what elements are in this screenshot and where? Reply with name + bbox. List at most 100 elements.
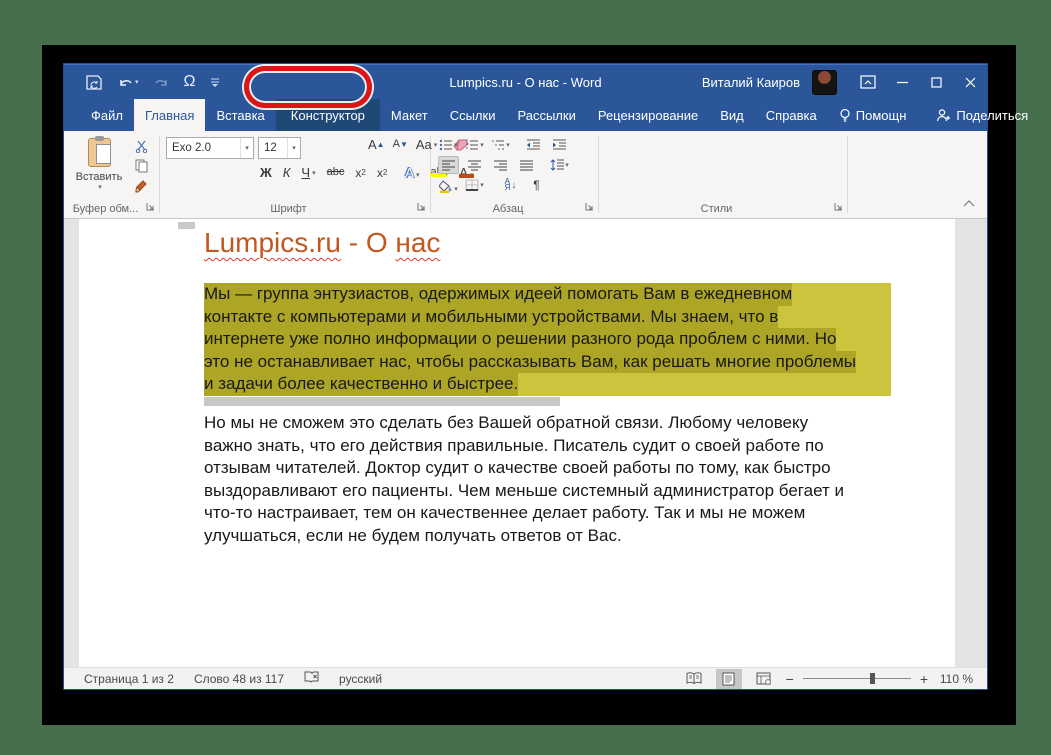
paste-button[interactable]: Вставить ▾ xyxy=(72,136,126,208)
word-count[interactable]: Слово 48 из 117 xyxy=(194,672,284,686)
underline-button[interactable]: Ч ▾ xyxy=(300,165,316,180)
align-right-button[interactable] xyxy=(490,156,511,174)
superscript-button[interactable]: x2 xyxy=(376,166,388,180)
document-area[interactable]: Lumpics.ru - О нас Мы — группа энтузиаст… xyxy=(64,219,987,667)
styles-group-label: Стили xyxy=(700,203,733,215)
bullets-button[interactable]: ▾ xyxy=(438,136,459,154)
paragraph-row-1: ▾ ▾ ▾ xyxy=(438,136,570,154)
highlighted-line: интернете уже полно информации о решении… xyxy=(204,328,891,351)
bold-button[interactable]: Ж xyxy=(259,165,273,180)
print-layout-button[interactable] xyxy=(715,668,742,689)
tab-layout[interactable]: Макет xyxy=(380,99,439,131)
read-mode-icon xyxy=(686,672,702,685)
customize-qat-button[interactable] xyxy=(210,77,220,87)
tab-tell-me[interactable]: Помощн xyxy=(828,99,918,131)
page-indicator[interactable]: Страница 1 из 2 xyxy=(84,672,174,686)
read-mode-button[interactable] xyxy=(681,669,707,689)
format-painter-icon xyxy=(135,179,147,192)
body-line: выздоравливают его пациенты. Чем меньше … xyxy=(204,480,844,500)
cut-button[interactable] xyxy=(130,137,152,155)
decrease-indent-icon xyxy=(527,139,540,150)
tab-view[interactable]: Вид xyxy=(709,99,755,131)
align-left-button[interactable] xyxy=(438,156,459,174)
zoom-slider-thumb[interactable] xyxy=(869,673,875,684)
line-spacing-button[interactable]: ▾ xyxy=(549,156,570,174)
titlebar-right: Виталий Каиров xyxy=(702,66,987,99)
justify-button[interactable] xyxy=(516,156,537,174)
save-icon xyxy=(86,74,102,90)
zoom-in-button[interactable]: + xyxy=(920,671,928,687)
italic-button[interactable]: К xyxy=(282,165,292,180)
document-heading[interactable]: Lumpics.ru - О нас xyxy=(204,227,440,259)
clipboard-group: Вставить ▾ Буфер обм... xyxy=(64,131,159,218)
paragraph-dialog-launcher[interactable] xyxy=(585,202,594,214)
maximize-button[interactable] xyxy=(919,66,953,99)
tab-help-label: Справка xyxy=(765,107,817,123)
undo-caret: ▾ xyxy=(135,78,139,86)
tab-file[interactable]: Файл xyxy=(80,99,134,131)
styles-dialog-launcher[interactable] xyxy=(834,202,843,214)
font-group-label: Шрифт xyxy=(270,203,307,215)
copy-icon xyxy=(135,159,147,173)
font-size-combo[interactable]: 12 ▾ xyxy=(258,137,301,159)
print-layout-icon xyxy=(722,672,735,685)
subscript-button[interactable]: x2 xyxy=(354,166,366,180)
document-page[interactable]: Lumpics.ru - О нас Мы — группа энтузиаст… xyxy=(79,219,955,667)
clipboard-dialog-launcher[interactable] xyxy=(146,202,155,214)
ribbon-display-options-button[interactable] xyxy=(851,66,885,99)
copy-button[interactable] xyxy=(130,157,152,175)
zoom-out-button[interactable]: − xyxy=(786,671,794,687)
decrease-indent-button[interactable] xyxy=(523,136,544,154)
user-avatar[interactable] xyxy=(812,69,837,95)
align-center-button[interactable] xyxy=(464,156,485,174)
collapse-ribbon-button[interactable] xyxy=(963,198,975,210)
highlighted-paragraph[interactable]: Мы — группа энтузиастов, одержимых идеей… xyxy=(204,283,891,406)
highlight-fill xyxy=(792,283,891,306)
undo-button[interactable]: ▾ xyxy=(118,76,139,89)
redo-button[interactable] xyxy=(154,76,169,89)
save-button[interactable] xyxy=(86,74,103,90)
tab-file-label: Файл xyxy=(91,107,123,123)
tab-design[interactable]: Конструктор xyxy=(275,99,380,131)
strikethrough-button[interactable]: abc xyxy=(326,166,346,179)
tab-share[interactable]: Поделиться xyxy=(925,99,1039,131)
account-user-name[interactable]: Виталий Каиров xyxy=(702,75,800,90)
increase-indent-button[interactable] xyxy=(549,136,570,154)
borders-button[interactable]: ▾ xyxy=(464,176,485,194)
shading-button[interactable]: ▾ xyxy=(438,176,459,194)
body-paragraph[interactable]: Но мы не сможем это сделать без Вашей об… xyxy=(204,412,904,547)
tab-insert[interactable]: Вставка xyxy=(205,99,275,131)
highlight-fill xyxy=(836,328,891,351)
zoom-slider[interactable] xyxy=(802,673,911,684)
text-effects-button[interactable]: А ▾ xyxy=(404,165,420,180)
tab-references[interactable]: Ссылки xyxy=(439,99,507,131)
language-indicator[interactable]: русский xyxy=(339,672,382,686)
font-name-combo[interactable]: Exo 2.0 ▾ xyxy=(166,137,254,159)
align-center-icon xyxy=(468,160,481,170)
minimize-button[interactable] xyxy=(885,66,919,99)
zoom-percentage[interactable]: 110 % xyxy=(937,672,973,686)
tab-home[interactable]: Главная xyxy=(133,99,206,131)
font-dialog-launcher[interactable] xyxy=(417,202,426,214)
paragraph-row-2: ▾ xyxy=(438,156,570,174)
tab-mailings[interactable]: Рассылки xyxy=(506,99,586,131)
tab-review[interactable]: Рецензирование xyxy=(587,99,709,131)
sort-button[interactable]: АЯ ↓ xyxy=(500,176,521,194)
numbering-button[interactable]: ▾ xyxy=(464,136,485,154)
tab-layout-label: Макет xyxy=(390,107,428,123)
web-layout-button[interactable] xyxy=(751,669,777,689)
ribbon: Вставить ▾ Буфер обм... Exo 2.0 ▾ 12 ▾ A… xyxy=(64,131,987,219)
show-hide-marks-button[interactable]: ¶ xyxy=(526,176,547,194)
multilevel-list-button[interactable]: ▾ xyxy=(490,136,511,154)
proofing-errors-button[interactable] xyxy=(304,670,319,687)
format-painter-button[interactable] xyxy=(130,177,152,195)
sort-arrow: ↓ xyxy=(511,179,517,191)
paragraph-group: ▾ ▾ ▾ ▾ ▾ ▾ А Я ↓ ¶ Абзац xyxy=(430,131,598,218)
close-button[interactable] xyxy=(953,66,987,99)
dialog-launcher-icon xyxy=(146,203,154,211)
shrink-font-button[interactable]: A ▼ xyxy=(392,138,409,151)
insert-symbol-button[interactable]: Ω xyxy=(184,74,196,90)
tab-help[interactable]: Справка xyxy=(755,99,828,131)
grow-font-button[interactable]: A ▲ xyxy=(367,137,386,152)
justify-icon xyxy=(520,160,533,170)
